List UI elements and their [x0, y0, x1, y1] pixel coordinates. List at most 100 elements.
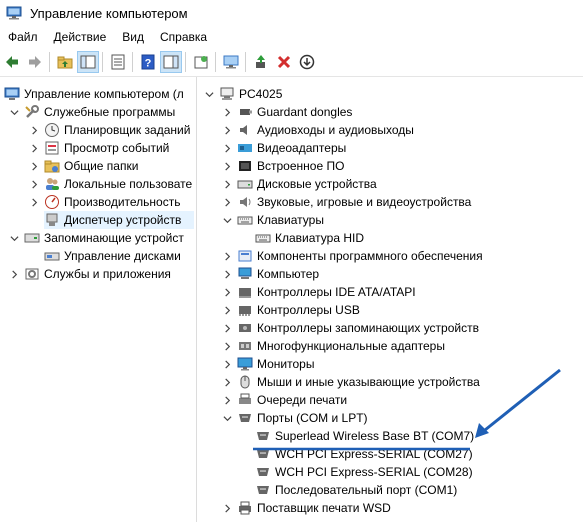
tree-item-label: Просмотр событий	[64, 141, 170, 155]
tree-item-label: Локальные пользовате	[64, 177, 193, 191]
chevron-right-icon[interactable]	[221, 106, 233, 118]
chevron-right-icon[interactable]	[221, 358, 233, 370]
chevron-down-icon[interactable]	[8, 232, 20, 244]
device-category[interactable]: Встроенное ПО	[221, 157, 344, 175]
chevron-right-icon[interactable]	[8, 268, 20, 280]
export-list-button[interactable]	[190, 51, 212, 73]
device-category[interactable]: Компьютер	[221, 265, 319, 283]
chevron-right-icon[interactable]	[221, 286, 233, 298]
device-category[interactable]: Мониторы	[221, 355, 314, 373]
device-category[interactable]: Звуковые, игровые и видеоустройства	[221, 193, 471, 211]
up-folder-icon	[57, 56, 73, 69]
properties-button[interactable]	[107, 51, 129, 73]
chevron-right-icon[interactable]	[221, 394, 233, 406]
tree-item-event-viewer[interactable]: Просмотр событий	[28, 139, 169, 157]
menu-view[interactable]: Вид	[114, 26, 152, 48]
computer-management-icon	[6, 5, 22, 21]
menu-help[interactable]: Справка	[152, 26, 215, 48]
device-label: Superlead Wireless Base BT (COM7)	[275, 429, 475, 443]
device-category[interactable]: Порты (COM и LPT)	[221, 409, 368, 427]
menu-bar: Файл Действие Вид Справка	[0, 26, 583, 48]
device-label: Видеоадаптеры	[257, 141, 347, 155]
uninstall-button[interactable]	[273, 51, 295, 73]
tree-item-services[interactable]: Службы и приложения	[8, 265, 171, 283]
device-tree-pane: PC4025 Guardant dongles Аудиовходы и ауди…	[197, 77, 583, 522]
chevron-right-icon[interactable]	[221, 124, 233, 136]
tree-item-root[interactable]: Управление компьютером (л	[4, 85, 184, 103]
menu-file[interactable]: Файл	[0, 26, 46, 48]
scan-hardware-button[interactable]	[220, 51, 242, 73]
device-category[interactable]: Клавиатуры	[221, 211, 324, 229]
chevron-right-icon[interactable]	[221, 178, 233, 190]
tree-item-local-users[interactable]: Локальные пользовате	[28, 175, 192, 193]
device-item[interactable]: Последовательный порт (COM1)	[255, 481, 457, 499]
chevron-down-icon[interactable]	[203, 88, 215, 100]
device-category[interactable]: Guardant dongles	[221, 103, 352, 121]
chevron-right-icon[interactable]	[28, 160, 40, 172]
device-category[interactable]: Аудиовходы и аудиовыходы	[221, 121, 414, 139]
tree-item-storage[interactable]: Запоминающие устройст	[8, 229, 184, 247]
toolbar-separator	[185, 52, 186, 72]
speaker-icon	[237, 122, 253, 138]
help-button[interactable]: ?	[137, 51, 159, 73]
monitor-icon	[237, 356, 253, 372]
device-category[interactable]: Компоненты программного обеспечения	[221, 247, 483, 265]
tree-item-performance[interactable]: Производительность	[28, 193, 180, 211]
action-pane-button[interactable]	[160, 51, 182, 73]
chevron-down-icon[interactable]	[221, 214, 233, 226]
device-category[interactable]: Контроллеры запоминающих устройств	[221, 319, 479, 337]
device-category[interactable]: Многофункциональные адаптеры	[221, 337, 445, 355]
storage-icon	[24, 230, 40, 246]
chevron-right-icon[interactable]	[221, 340, 233, 352]
disable-button[interactable]	[296, 51, 318, 73]
chevron-right-icon[interactable]	[28, 142, 40, 154]
computer-icon	[237, 266, 253, 282]
disk-management-icon	[44, 248, 60, 264]
menu-action[interactable]: Действие	[46, 26, 115, 48]
chevron-right-icon[interactable]	[28, 196, 40, 208]
device-item[interactable]: WCH PCI Express-SERIAL (COM28)	[255, 463, 473, 481]
back-button[interactable]	[1, 51, 23, 73]
device-category[interactable]: Поставщик печати WSD	[221, 499, 391, 517]
tree-item-system-tools[interactable]: Служебные программы	[8, 103, 175, 121]
device-category[interactable]: Контроллеры IDE ATA/ATAPI	[221, 283, 416, 301]
chevron-right-icon[interactable]	[221, 160, 233, 172]
tree-item-device-manager[interactable]: Диспетчер устройств	[44, 211, 194, 229]
chevron-right-icon[interactable]	[221, 502, 233, 514]
uninstall-icon	[277, 55, 291, 69]
chevron-down-icon[interactable]	[221, 412, 233, 424]
chevron-right-icon[interactable]	[221, 250, 233, 262]
device-tree-root[interactable]: PC4025	[203, 85, 282, 103]
chevron-right-icon[interactable]	[221, 268, 233, 280]
chevron-right-icon[interactable]	[221, 376, 233, 388]
port-icon	[255, 464, 271, 480]
tree-item-label: Служебные программы	[44, 105, 176, 119]
show-hide-tree-icon	[80, 55, 96, 69]
chevron-right-icon[interactable]	[221, 304, 233, 316]
device-category[interactable]: Мыши и иные указывающие устройства	[221, 373, 480, 391]
chevron-right-icon[interactable]	[221, 196, 233, 208]
disable-icon	[299, 54, 315, 70]
tree-item-disk-management[interactable]: Управление дисками	[44, 247, 181, 265]
forward-button[interactable]	[24, 51, 46, 73]
device-category[interactable]: Контроллеры USB	[221, 301, 360, 319]
chevron-down-icon[interactable]	[8, 106, 20, 118]
device-item[interactable]: Клавиатура HID	[255, 229, 364, 247]
port-icon	[255, 428, 271, 444]
device-category[interactable]: Видеоадаптеры	[221, 139, 346, 157]
up-folder-button[interactable]	[54, 51, 76, 73]
chevron-right-icon[interactable]	[28, 178, 40, 190]
chevron-right-icon[interactable]	[28, 124, 40, 136]
update-driver-button[interactable]	[250, 51, 272, 73]
device-item[interactable]: WCH PCI Express-SERIAL (COM27)	[255, 445, 473, 463]
tree-item-task-scheduler[interactable]: Планировщик заданий	[28, 121, 190, 139]
show-hide-tree-button[interactable]	[77, 51, 99, 73]
device-category[interactable]: Дисковые устройства	[221, 175, 377, 193]
tree-item-shared-folders[interactable]: Общие папки	[28, 157, 138, 175]
tree-item-label: Службы и приложения	[44, 267, 171, 281]
device-item[interactable]: Superlead Wireless Base BT (COM7)	[255, 427, 474, 445]
chevron-right-icon[interactable]	[221, 142, 233, 154]
device-label: Мыши и иные указывающие устройства	[257, 375, 480, 389]
device-category[interactable]: Очереди печати	[221, 391, 347, 409]
chevron-right-icon[interactable]	[221, 322, 233, 334]
